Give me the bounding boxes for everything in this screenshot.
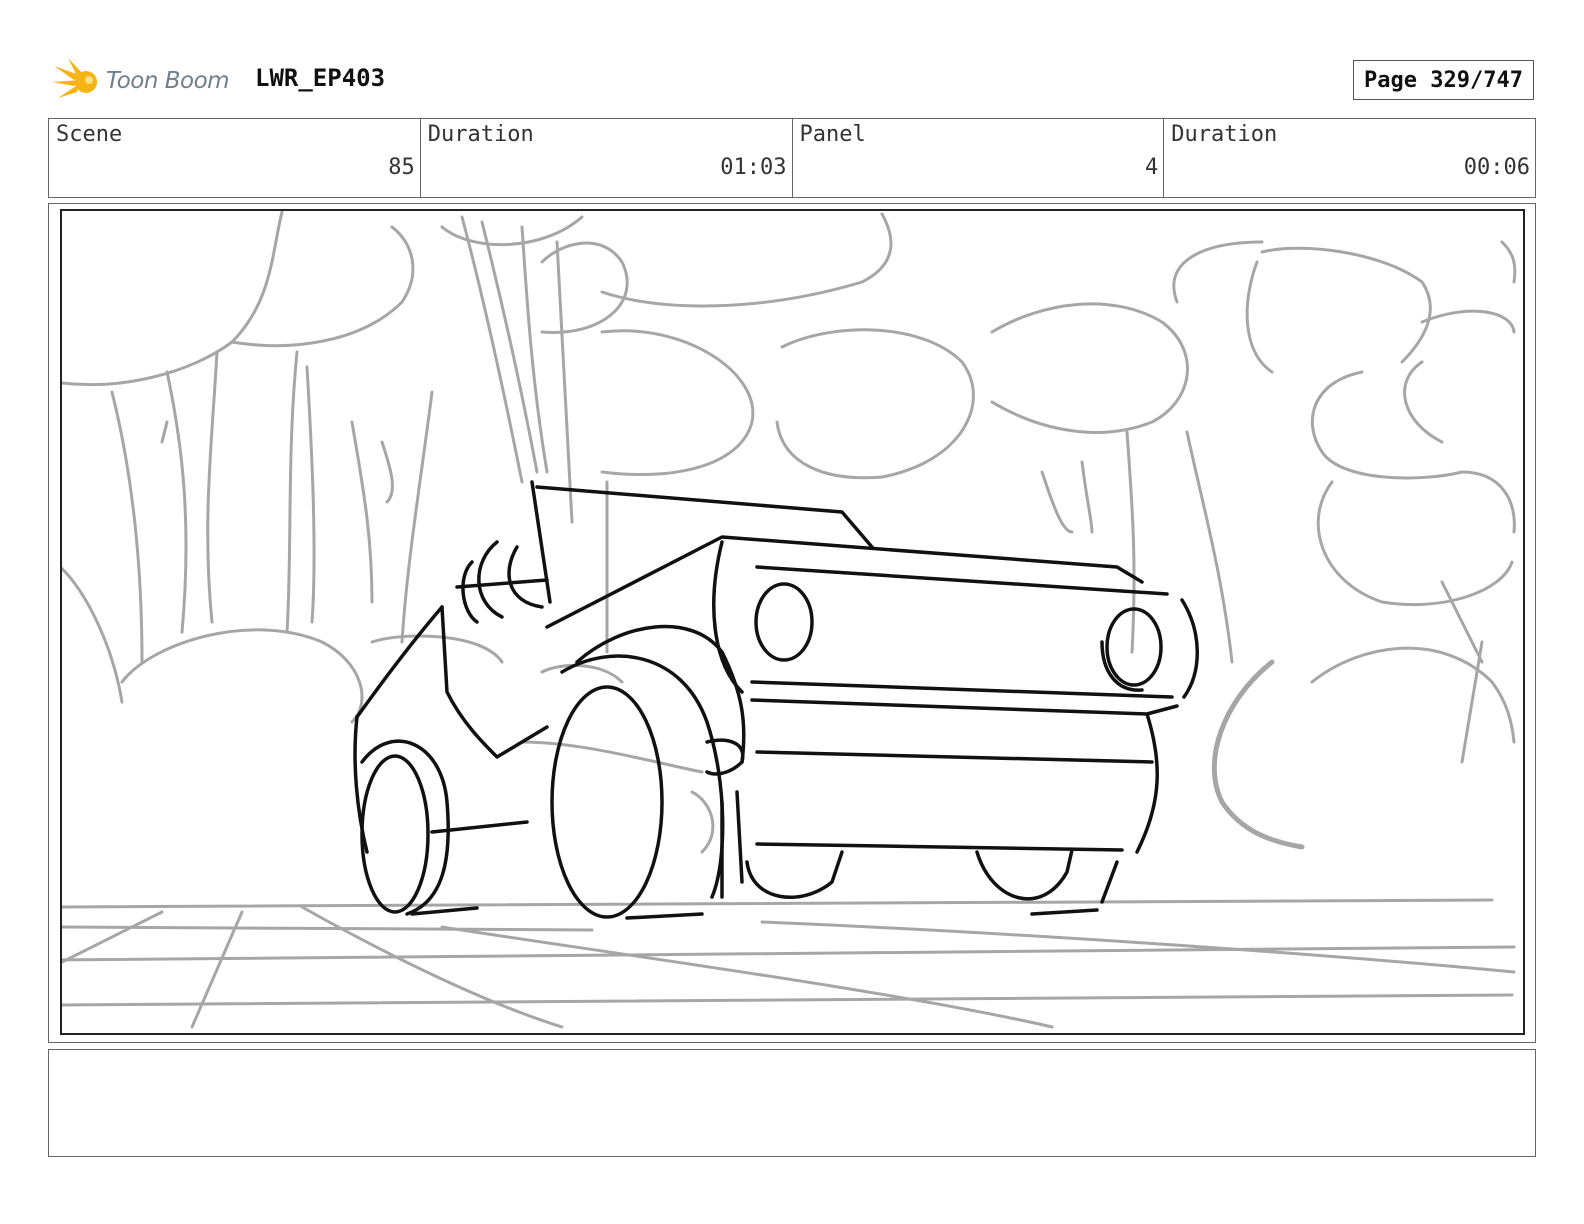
page-counter: Page 329/747 xyxy=(1353,60,1534,100)
panel-duration-value: 00:06 xyxy=(1463,155,1530,180)
toon-boom-star-icon xyxy=(52,58,97,98)
panel-label: Panel xyxy=(799,122,866,147)
scene-cell: Scene 85 xyxy=(49,119,421,197)
storyboard-sketch xyxy=(62,211,1517,1029)
toon-boom-logo: Toon Boom xyxy=(52,56,237,106)
panel-duration-cell: Duration 00:06 xyxy=(1164,119,1535,197)
info-bar: Scene 85 Duration 01:03 Panel 4 Duration… xyxy=(48,118,1536,198)
project-name: LWR_EP403 xyxy=(255,64,386,92)
storyboard-drawing xyxy=(60,209,1525,1035)
panel-cell: Panel 4 xyxy=(793,119,1165,197)
panel-value: 4 xyxy=(1145,155,1159,180)
scene-duration-label: Duration xyxy=(427,122,534,147)
scene-label: Scene xyxy=(56,122,123,147)
scene-duration-value: 01:03 xyxy=(720,155,787,180)
notes-box xyxy=(48,1049,1536,1157)
panel-duration-label: Duration xyxy=(1171,122,1278,147)
scene-value: 85 xyxy=(388,155,415,180)
scene-duration-cell: Duration 01:03 xyxy=(421,119,793,197)
logo-text: Toon Boom xyxy=(106,68,230,94)
